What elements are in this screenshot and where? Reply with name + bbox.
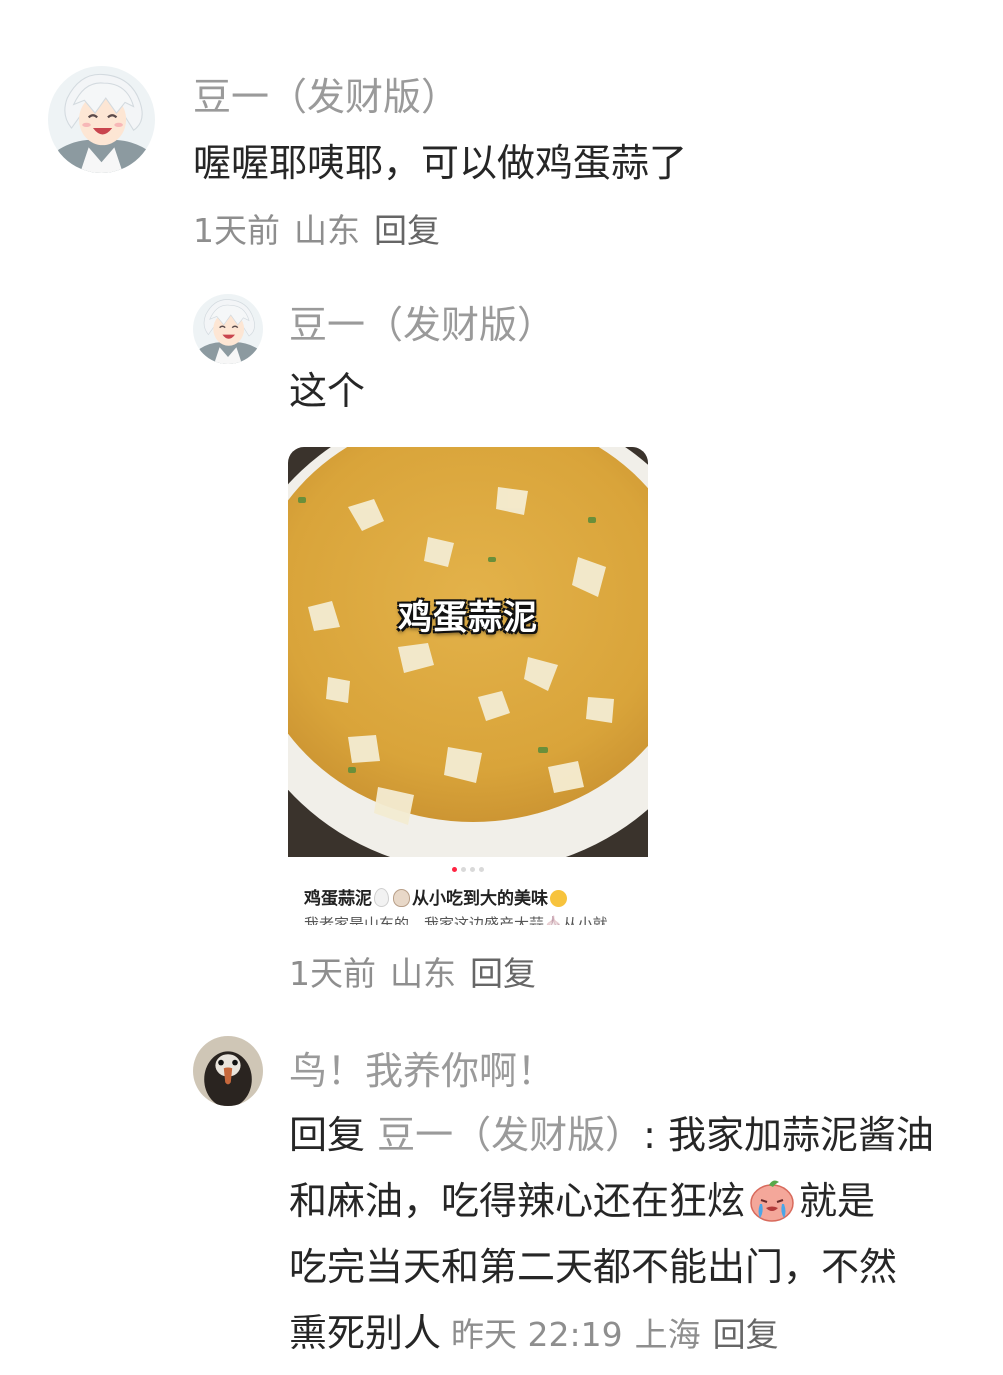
avatar[interactable]: [193, 294, 263, 364]
comment-text-line: 吃完当天和第二天都不能出门，不然: [289, 1245, 898, 1289]
comment-text: 喔喔耶咦耶，可以做鸡蛋蒜了: [193, 141, 688, 185]
garlic-emoji-icon: [393, 889, 410, 907]
pager-dot: [470, 867, 475, 872]
comment-time: 1天前: [193, 211, 280, 250]
avatar[interactable]: [48, 66, 155, 173]
anime-character-avatar-icon: [193, 294, 263, 364]
anime-character-avatar-icon: [48, 66, 155, 173]
comment-location: 山东: [294, 211, 360, 250]
comment-author-name[interactable]: 豆一（发财版）: [289, 294, 555, 349]
reply-button[interactable]: 回复: [470, 954, 536, 993]
comment-meta: 1天前 山东 回复: [193, 204, 454, 252]
reply-button[interactable]: 回复: [374, 211, 440, 250]
shared-note-card[interactable]: 鸡蛋蒜泥 鸡蛋蒜泥 从小吃到大的美味 我老家是山东的，我家这边盛产大蒜🧄从小就: [288, 447, 648, 925]
note-description: 我老家是山东的，我家这边盛产大蒜🧄从小就: [304, 915, 608, 925]
note-overlay-title: 鸡蛋蒜泥: [398, 598, 538, 638]
reply-button[interactable]: 回复: [713, 1315, 779, 1354]
egg-emoji-icon: [374, 888, 389, 907]
comment-location: 山东: [390, 954, 456, 993]
comment-time: 1天前: [289, 954, 376, 993]
text-segment: 和麻油，吃得辣心还在狂炫: [289, 1179, 746, 1223]
text-segment: : 我家加蒜泥酱油: [643, 1113, 935, 1157]
reply-target-name[interactable]: 豆一（发财版）: [377, 1113, 643, 1157]
text-segment: 就是: [799, 1179, 876, 1223]
comment-time: 昨天 22:19: [451, 1315, 623, 1354]
comment-meta: 昨天 22:19 上海 回复: [451, 1315, 791, 1354]
reply-prefix: 回复: [289, 1113, 366, 1157]
avatar[interactable]: [193, 1036, 263, 1106]
comment-author-name[interactable]: 豆一（发财版）: [193, 66, 459, 121]
note-title-part2: 从小吃到大的美味: [412, 889, 548, 909]
pager-dot: [479, 867, 484, 872]
text-segment: 熏死别人: [289, 1311, 442, 1355]
pager-dot: [461, 867, 466, 872]
comment-text-line: 和麻油，吃得辣心还在狂炫 就是: [289, 1168, 979, 1234]
comment-location: 上海: [634, 1315, 701, 1354]
bird-avatar-icon: [193, 1036, 263, 1106]
comment-meta: 1天前 山东 回复: [289, 947, 550, 995]
smiling-face-emoji-icon: [550, 890, 567, 907]
comment-text: 这个: [289, 369, 366, 413]
comment-text-line: 回复 豆一（发财版）: 我家加蒜泥酱油: [289, 1102, 979, 1168]
image-pager-dots: [288, 867, 648, 873]
note-title-part1: 鸡蛋蒜泥: [304, 889, 372, 909]
comment-text: 回复 豆一（发财版）: 我家加蒜泥酱油 和麻油，吃得辣心还在狂炫 就是 吃完当天…: [289, 1102, 979, 1368]
pager-dot-active: [452, 867, 457, 872]
comment-author-name[interactable]: 鸟！我养你啊！: [289, 1040, 555, 1095]
crying-peach-emoji-icon: [750, 1180, 794, 1222]
note-cover-image: 鸡蛋蒜泥: [288, 447, 648, 857]
note-title: 鸡蛋蒜泥 从小吃到大的美味: [304, 884, 567, 909]
comment-text-line: 熏死别人 昨天 22:19 上海 回复: [289, 1300, 979, 1368]
